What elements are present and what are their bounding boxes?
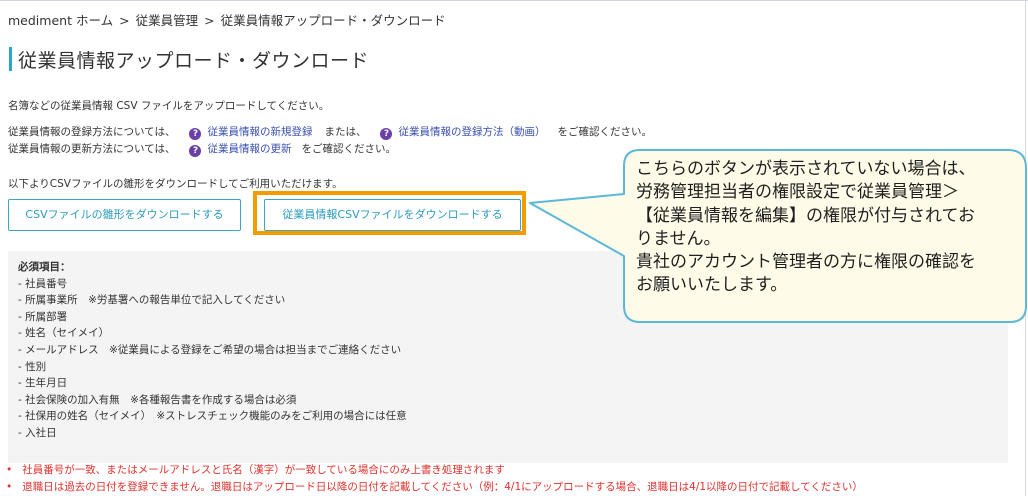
callout-line: お願いいたします。 bbox=[636, 275, 788, 296]
callout-line: りません。 bbox=[636, 228, 721, 249]
callout-line: 貴社のアカウント管理者の方に権限の確認を bbox=[636, 252, 976, 273]
callout-text: こちらのボタンが表示されていない場合は、 労務管理担当者の権限設定で従業員管理＞… bbox=[636, 158, 1020, 298]
callout-line: 【従業員情報を編集】の権限が付与されてお bbox=[636, 205, 975, 226]
callout-line: 労務管理担当者の権限設定で従業員管理＞ bbox=[636, 182, 959, 203]
callout-line: こちらのボタンが表示されていない場合は、 bbox=[636, 159, 976, 179]
